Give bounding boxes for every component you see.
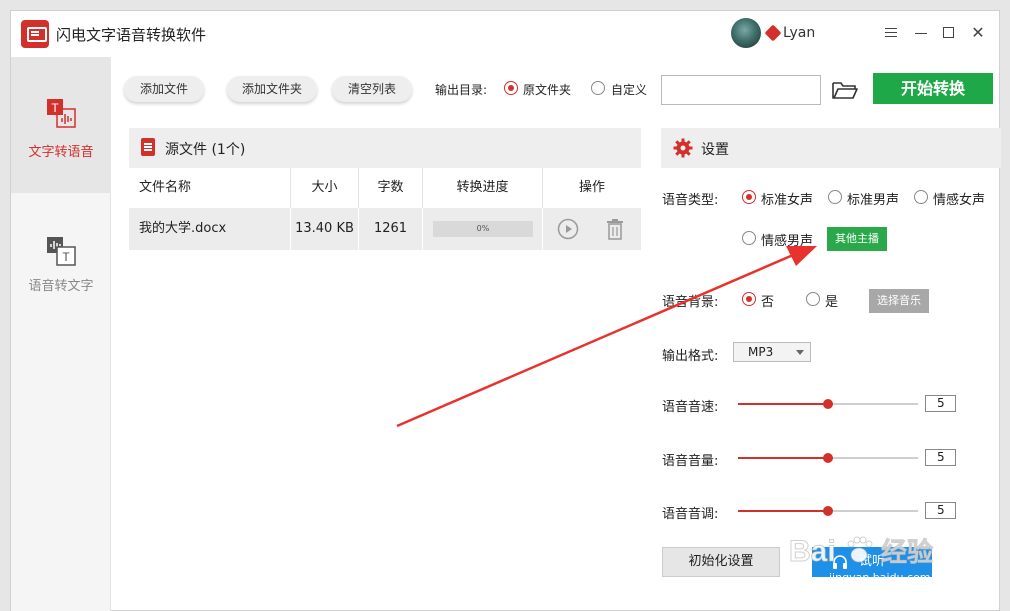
add-folder-button[interactable]: 添加文件夹	[227, 76, 317, 102]
file-list-title: 源文件 (1个)	[165, 142, 246, 158]
slider-fill	[738, 403, 828, 405]
title-bar: 闪电文字语音转换软件 Lyan ✕	[11, 11, 999, 57]
column-header-actions: 操作	[578, 180, 605, 195]
document-icon	[141, 138, 155, 156]
progress-cell: 0%	[423, 208, 543, 250]
close-icon: ✕	[971, 23, 985, 42]
voice-emotional-female-label: 情感女声	[933, 193, 986, 208]
volume-label: 语音音量:	[662, 454, 719, 469]
slider-thumb[interactable]	[823, 506, 833, 516]
clear-list-button[interactable]: 清空列表	[332, 76, 412, 102]
column-header-words: 字数	[359, 168, 423, 208]
choose-music-button[interactable]: 选择音乐	[869, 289, 929, 313]
play-icon[interactable]	[557, 218, 579, 240]
volume-slider[interactable]	[738, 452, 918, 464]
listen-button[interactable]: 试听	[812, 547, 932, 577]
volume-value[interactable]: 5	[925, 449, 956, 466]
app-title: 闪电文字语音转换软件	[56, 26, 207, 44]
column-header-name: 文件名称	[129, 168, 291, 208]
background-yes-radio[interactable]	[806, 292, 820, 306]
avatar[interactable]	[731, 18, 761, 48]
headphone-icon	[833, 555, 847, 569]
listen-label: 试听	[858, 554, 885, 569]
pitch-slider[interactable]	[738, 505, 918, 517]
file-size: 13.40 KB	[291, 208, 359, 250]
format-label: 输出格式:	[662, 349, 719, 364]
folder-open-icon[interactable]	[831, 79, 859, 101]
menu-button[interactable]	[881, 23, 901, 43]
format-select[interactable]: MP3	[733, 342, 811, 362]
speed-slider[interactable]	[738, 398, 918, 410]
app-logo-icon	[21, 20, 49, 48]
menu-icon	[885, 28, 897, 29]
trash-icon[interactable]	[605, 218, 625, 240]
reset-settings-button[interactable]: 初始化设置	[662, 547, 780, 577]
voice-emotional-male-label: 情感男声	[761, 234, 814, 249]
output-custom-radio[interactable]	[591, 81, 605, 95]
chevron-down-icon	[796, 350, 804, 355]
output-path-input[interactable]	[661, 75, 821, 105]
close-button[interactable]: ✕	[968, 23, 988, 43]
settings-header: 设置	[661, 128, 1001, 168]
slider-thumb[interactable]	[823, 399, 833, 409]
sidebar: T 文字转语音 T 语音转文字	[11, 57, 111, 611]
text-to-speech-icon: T	[47, 99, 76, 128]
progress-bar: 0%	[433, 221, 533, 237]
speech-to-text-icon: T	[47, 237, 76, 266]
slider-fill	[738, 510, 828, 512]
voice-type-label: 语音类型:	[662, 193, 719, 208]
start-convert-button[interactable]: 开始转换	[873, 73, 993, 104]
speed-label: 语音音速:	[662, 400, 719, 415]
voice-standard-male-radio[interactable]	[828, 190, 842, 204]
file-list-header: 源文件 (1个)	[129, 128, 641, 168]
sidebar-item-speech-to-text[interactable]: T 语音转文字	[11, 193, 111, 329]
output-custom-label: 自定义	[611, 83, 648, 97]
sidebar-item-label: 语音转文字	[28, 279, 94, 294]
format-select-value: MP3	[748, 345, 774, 359]
file-word-count: 1261	[359, 208, 423, 250]
settings-title: 设置	[701, 142, 729, 158]
background-no-radio[interactable]	[742, 292, 756, 306]
gear-icon	[673, 138, 693, 158]
voice-standard-male-label: 标准男声	[847, 193, 900, 208]
sidebar-item-label: 文字转语音	[28, 145, 94, 160]
app-window: 闪电文字语音转换软件 Lyan ✕ T 文字转语音 T 语音转文字 添加文件 添…	[10, 10, 1001, 611]
output-source-folder-radio[interactable]	[504, 81, 518, 95]
pitch-label: 语音音调:	[662, 507, 719, 522]
voice-standard-female-radio[interactable]	[742, 190, 756, 204]
slider-thumb[interactable]	[823, 453, 833, 463]
maximize-icon	[943, 27, 954, 38]
column-header-size: 大小	[291, 168, 359, 208]
maximize-button[interactable]	[939, 23, 959, 43]
background-yes-label: 是	[825, 295, 839, 310]
progress-text: 0%	[476, 224, 490, 233]
add-file-button[interactable]: 添加文件	[124, 76, 204, 102]
other-anchor-button[interactable]: 其他主播	[827, 227, 887, 251]
username[interactable]: Lyan	[783, 25, 815, 41]
svg-text:T: T	[62, 250, 70, 264]
background-no-label: 否	[761, 295, 775, 310]
voice-emotional-male-radio[interactable]	[742, 231, 756, 245]
minimize-button[interactable]	[911, 23, 931, 43]
file-name: 我的大学.docx	[129, 208, 291, 250]
actions-cell	[543, 208, 641, 250]
table-row[interactable]: 我的大学.docx 13.40 KB 1261 0%	[129, 208, 641, 250]
vip-diamond-icon	[764, 24, 782, 42]
pitch-value[interactable]: 5	[925, 502, 956, 519]
speed-value[interactable]: 5	[925, 395, 956, 412]
minimize-icon	[915, 33, 927, 34]
slider-fill	[738, 457, 828, 459]
column-header-progress: 转换进度	[423, 168, 543, 208]
sidebar-item-text-to-speech[interactable]: T 文字转语音	[11, 57, 111, 193]
output-dir-label: 输出目录:	[435, 83, 488, 97]
background-label: 语音背景:	[662, 295, 719, 310]
voice-standard-female-label: 标准女声	[761, 193, 814, 208]
svg-text:T: T	[51, 101, 59, 115]
output-source-folder-label: 原文件夹	[523, 83, 572, 97]
voice-emotional-female-radio[interactable]	[914, 190, 928, 204]
